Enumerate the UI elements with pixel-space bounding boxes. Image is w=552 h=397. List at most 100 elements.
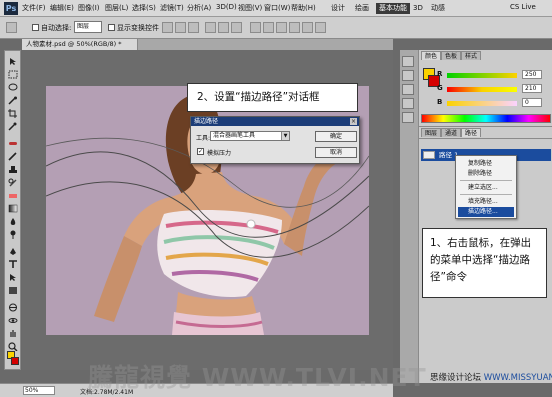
toolbox [4, 50, 21, 370]
3d-orbit-tool-icon[interactable] [8, 316, 18, 325]
collapsed-panel-icons [400, 56, 416, 131]
tool-dropdown-value: 混合器画笔工具 [213, 132, 256, 139]
tab-channels[interactable]: 通道 [441, 128, 462, 137]
actions-panel-icon[interactable] [402, 70, 414, 81]
simulate-pressure-checkbox[interactable]: ✓ [197, 148, 204, 155]
healing-brush-tool-icon[interactable] [8, 139, 18, 148]
distribute-left-button[interactable] [289, 22, 300, 33]
menu-select[interactable]: 选择(S) [132, 3, 156, 13]
blue-label: B [437, 98, 443, 106]
gradient-tool-icon[interactable] [8, 204, 18, 213]
move-tool-preset-button[interactable] [6, 22, 17, 33]
menu-window[interactable]: 窗口(W) [264, 3, 290, 13]
blue-value[interactable]: 0 [522, 98, 542, 107]
dodge-tool-icon[interactable] [8, 230, 18, 239]
menu-file[interactable]: 文件(F) [22, 3, 46, 13]
menu-item-make-selection[interactable]: 建立选区... [458, 183, 514, 193]
align-hcenter-button[interactable] [218, 22, 229, 33]
menu-edit[interactable]: 编辑(E) [50, 3, 74, 13]
color-spectrum-bar[interactable] [421, 114, 551, 123]
move-tool-icon[interactable] [8, 57, 18, 66]
paragraph-panel-icon[interactable] [402, 98, 414, 109]
align-top-button[interactable] [162, 22, 173, 33]
tab-styles[interactable]: 样式 [461, 51, 482, 60]
workspace-motion[interactable]: 动感 [428, 3, 448, 14]
menu-filter[interactable]: 滤镜(T) [160, 3, 184, 13]
align-left-button[interactable] [205, 22, 216, 33]
zoom-field[interactable]: 50% [23, 386, 55, 395]
menu-layer[interactable]: 图层(L) [105, 3, 128, 13]
cs-live-button[interactable]: CS Live [510, 3, 536, 11]
hand-tool-icon[interactable] [8, 329, 18, 338]
workspace-3d[interactable]: 3D [410, 3, 426, 14]
tab-layers[interactable]: 图层 [421, 128, 442, 137]
character-panel-icon[interactable] [402, 84, 414, 95]
align-bottom-button[interactable] [188, 22, 199, 33]
path-selection-tool-icon[interactable] [8, 273, 18, 282]
ok-button[interactable]: 确定 [315, 131, 357, 142]
tab-color[interactable]: 颜色 [421, 51, 442, 60]
workspace-design[interactable]: 设计 [328, 3, 348, 14]
history-panel-icon[interactable] [402, 56, 414, 67]
menu-item-delete-path[interactable]: 删除路径 [458, 169, 514, 179]
green-slider[interactable] [447, 87, 517, 92]
menu-view[interactable]: 视图(V) [238, 3, 262, 13]
chevron-down-icon[interactable]: ▼ [281, 132, 289, 140]
callout-step-1: 1、右击鼠标，在弹出的菜单中选择“描边路径”命令 [422, 228, 547, 298]
menu-3d[interactable]: 3D(D) [216, 3, 237, 11]
tool-dropdown[interactable]: 混合器画笔工具 ▼ [210, 131, 290, 141]
type-tool-icon[interactable] [8, 260, 18, 269]
show-transform-checkbox[interactable] [108, 24, 115, 31]
close-icon[interactable]: × [350, 118, 357, 125]
distribute-top-button[interactable] [250, 22, 261, 33]
tab-swatches[interactable]: 色板 [441, 51, 462, 60]
distribute-hcenter-button[interactable] [302, 22, 313, 33]
blue-slider[interactable] [447, 101, 517, 106]
shape-tool-icon[interactable] [8, 286, 18, 295]
marquee-tool-icon[interactable] [8, 70, 18, 79]
red-value[interactable]: 250 [522, 70, 542, 79]
3d-rotate-tool-icon[interactable] [8, 303, 18, 312]
quick-select-tool-icon[interactable] [8, 96, 18, 105]
align-right-button[interactable] [231, 22, 242, 33]
photoshop-logo: Ps [4, 2, 18, 15]
red-label: R [437, 70, 443, 78]
clone-stamp-tool-icon[interactable] [8, 165, 18, 174]
callout-step-2: 2、设置“描边路径”对话框 [187, 83, 358, 112]
lasso-tool-icon[interactable] [8, 83, 18, 92]
stroke-path-dialog: 描边路径 × 工具: 混合器画笔工具 ▼ ✓ 模拟压力 确定 取消 [190, 116, 360, 164]
eraser-tool-icon[interactable] [8, 191, 18, 200]
zoom-tool-icon[interactable] [8, 342, 18, 351]
align-vcenter-button[interactable] [175, 22, 186, 33]
blur-tool-icon[interactable] [8, 217, 18, 226]
menu-item-stroke-path[interactable]: 描边路径... [458, 207, 514, 217]
menu-separator [460, 194, 512, 195]
cancel-button[interactable]: 取消 [315, 147, 357, 158]
options-bar: 自动选择: 图层 显示变换控件 [0, 17, 552, 39]
workspace-essentials[interactable]: 基本功能 [376, 3, 410, 14]
tab-paths[interactable]: 路径 [461, 128, 482, 137]
document-tab[interactable]: 人物素材.psd @ 50%(RGB/8) * [22, 39, 138, 50]
distribute-right-button[interactable] [315, 22, 326, 33]
brush-panel-icon[interactable] [402, 112, 414, 123]
eyedropper-tool-icon[interactable] [8, 122, 18, 131]
menu-item-fill-path[interactable]: 填充路径... [458, 197, 514, 207]
menu-help[interactable]: 帮助(H) [291, 3, 316, 13]
distribute-bottom-button[interactable] [276, 22, 287, 33]
green-value[interactable]: 210 [522, 84, 542, 93]
pen-tool-icon[interactable] [8, 247, 18, 256]
crop-tool-icon[interactable] [8, 109, 18, 118]
menu-item-duplicate-path[interactable]: 复制路径 [458, 159, 514, 169]
menu-image[interactable]: 图像(I) [78, 3, 100, 13]
red-slider[interactable] [447, 73, 517, 78]
auto-select-dropdown[interactable]: 图层 [74, 21, 102, 33]
auto-select-checkbox[interactable] [32, 24, 39, 31]
distribute-vcenter-button[interactable] [263, 22, 274, 33]
menu-bar: Ps 文件(F) 编辑(E) 图像(I) 图层(L) 选择(S) 滤镜(T) 分… [0, 0, 552, 17]
workspace-painting[interactable]: 绘画 [352, 3, 372, 14]
brush-tool-icon[interactable] [8, 152, 18, 161]
credit-url: WWW.MISSYUAN.COM [483, 373, 552, 383]
background-color-swatch[interactable] [11, 357, 19, 365]
menu-analysis[interactable]: 分析(A) [187, 3, 211, 13]
history-brush-tool-icon[interactable] [8, 178, 18, 187]
